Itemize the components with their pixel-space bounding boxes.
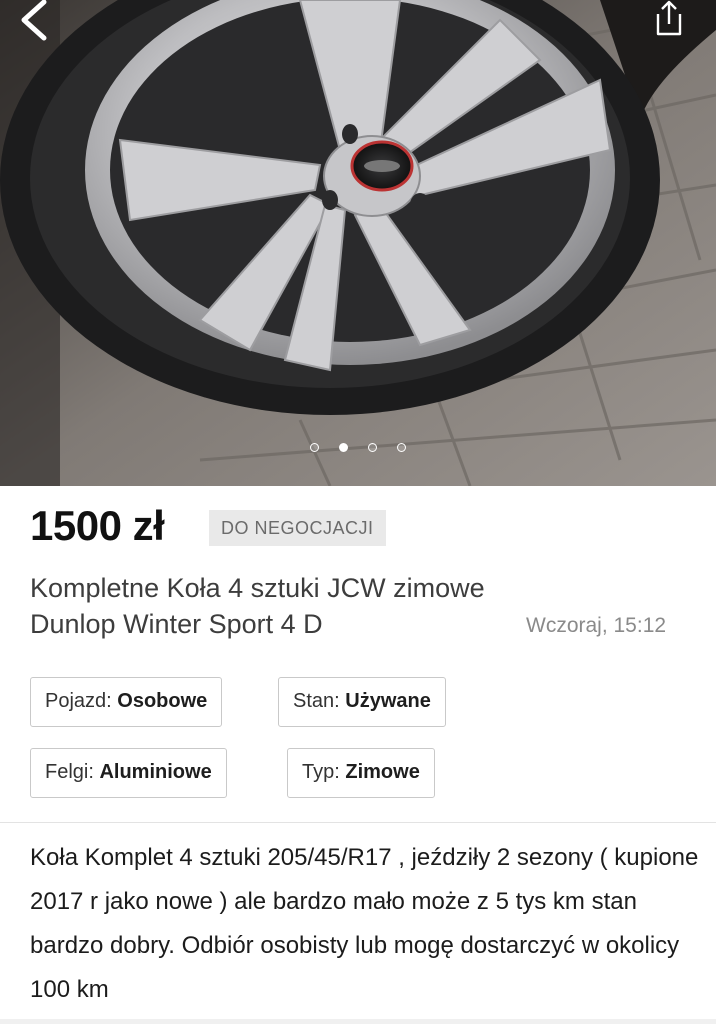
share-icon	[656, 0, 682, 36]
attribute-chip-type: Typ: Zimowe	[287, 748, 435, 798]
section-divider	[0, 1019, 716, 1024]
section-divider	[0, 822, 716, 823]
attribute-label: Felgi:	[45, 761, 94, 783]
attribute-value: Aluminiowe	[99, 761, 212, 783]
attribute-label: Typ:	[302, 761, 340, 783]
listing-photo[interactable]	[0, 0, 716, 486]
attribute-value: Używane	[345, 690, 431, 712]
attribute-chip-condition: Stan: Używane	[278, 677, 446, 727]
price: 1500 zł	[30, 502, 165, 549]
attribute-value: Osobowe	[117, 690, 208, 712]
gallery-pagination	[0, 443, 716, 457]
back-button[interactable]	[8, 0, 56, 44]
listing-title: Kompletne Koła 4 sztuki JCW zimowe Dunlo…	[30, 573, 485, 639]
share-button[interactable]	[644, 0, 688, 44]
attribute-value: Zimowe	[345, 761, 420, 783]
attribute-chip-vehicle: Pojazd: Osobowe	[30, 677, 223, 727]
attribute-label: Stan:	[293, 690, 340, 712]
gallery-dot[interactable]	[310, 443, 319, 452]
photo-gallery[interactable]	[0, 0, 716, 486]
attribute-chip-rims: Felgi: Aluminiowe	[30, 748, 227, 798]
posted-date: Wczoraj, 15:12	[526, 614, 667, 637]
listing-description: Koła Komplet 4 sztuki 205/45/R17 , jeźdz…	[30, 844, 699, 1003]
gallery-dot[interactable]	[368, 443, 377, 452]
attribute-label: Pojazd:	[45, 690, 112, 712]
gallery-dot[interactable]	[397, 443, 406, 452]
chevron-left-icon	[21, 0, 47, 41]
negotiable-badge: DO NEGOCJACJI	[209, 510, 386, 546]
gallery-dot-active[interactable]	[339, 443, 348, 452]
